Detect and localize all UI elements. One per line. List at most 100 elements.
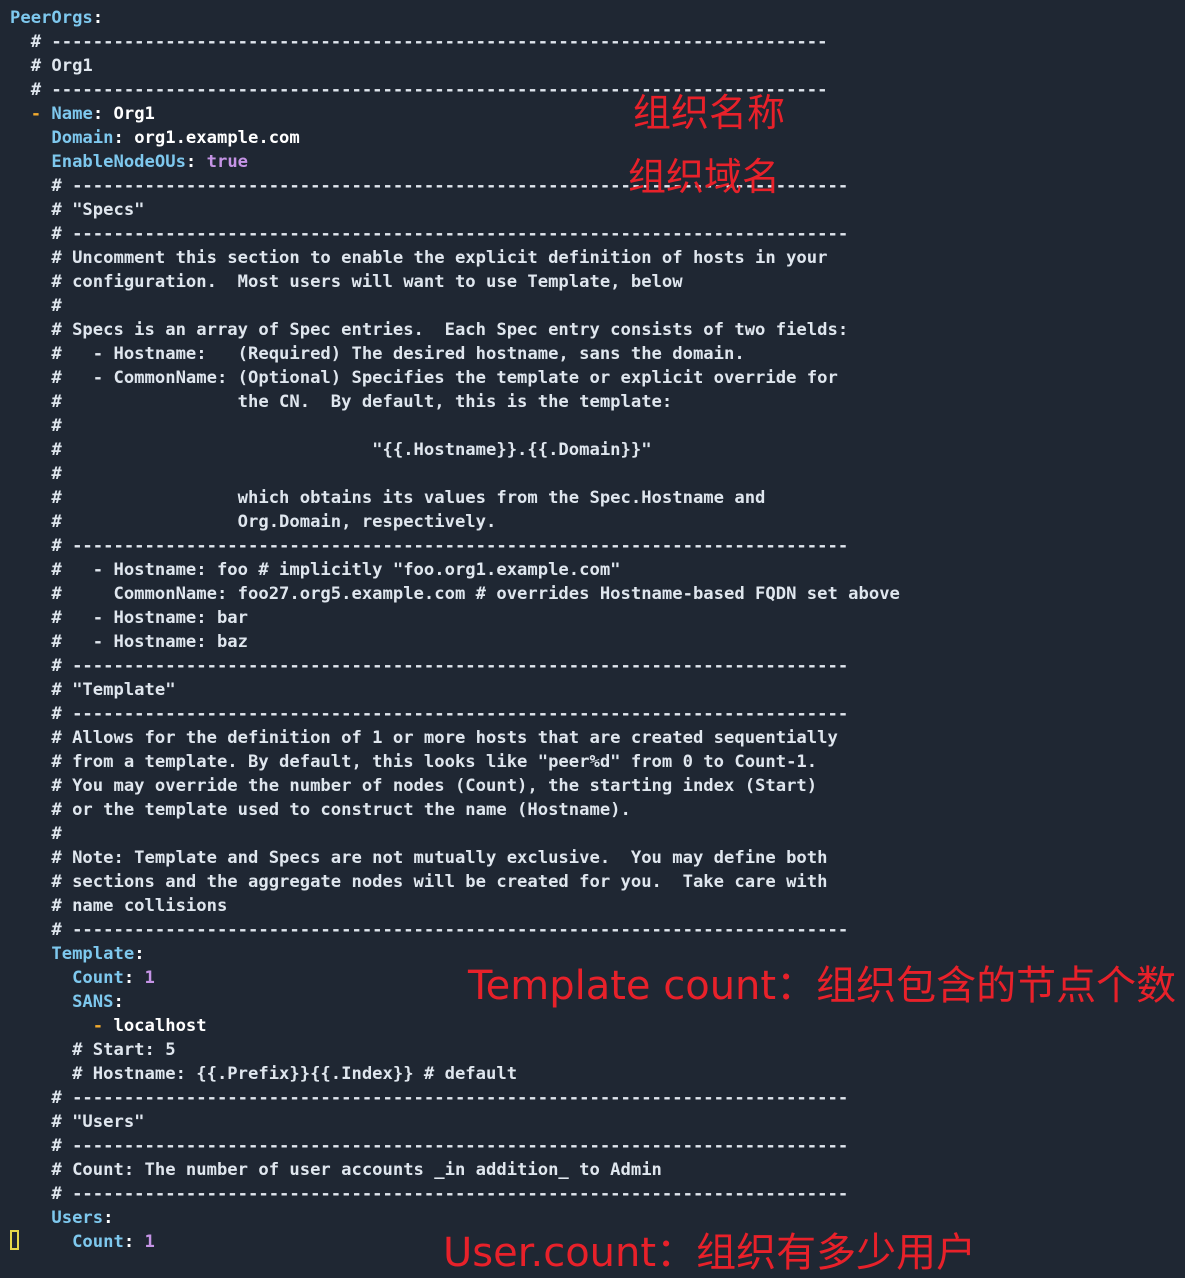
code-line: # "Users": [10, 1110, 145, 1134]
code-token-comment: # --------------------------------------…: [10, 224, 849, 244]
code-token-comment: # You may override the number of nodes (…: [10, 776, 818, 796]
code-line: # - Hostname: baz: [10, 630, 248, 654]
code-token-comment: # --------------------------------------…: [10, 704, 849, 724]
code-token-key: Domain: [10, 128, 114, 148]
code-token-comment: # sections and the aggregate nodes will …: [10, 872, 828, 892]
code-token-value: org1.example.com: [134, 128, 300, 148]
code-token-comment: #: [10, 416, 62, 436]
code-token-key: PeerOrgs: [10, 8, 93, 28]
code-token-comment: # or the template used to construct the …: [10, 800, 631, 820]
code-line: # "Specs": [10, 198, 145, 222]
code-line: # "{{.Hostname}}.{{.Domain}}": [10, 438, 652, 462]
code-token-comment: # which obtains its values from the Spec…: [10, 488, 766, 508]
code-token-comment: # "{{.Hostname}}.{{.Domain}}": [10, 440, 652, 460]
annotation-template-count: Template count：组织包含的节点个数: [468, 963, 1177, 1009]
code-token-comment: #: [10, 824, 62, 844]
code-line: # Specs is an array of Spec entries. Eac…: [10, 318, 848, 342]
code-token-comment: # - CommonName: (Optional) Specifies the…: [10, 368, 838, 388]
code-line: Count: 1: [10, 1230, 155, 1254]
code-token-comment: # Note: Template and Specs are not mutua…: [10, 848, 828, 868]
code-token-comment: # "Template": [10, 680, 176, 700]
code-token-comment: # CommonName: foo27.org5.example.com # o…: [10, 584, 900, 604]
code-token-key: Count: [10, 1232, 124, 1252]
annotation-org-name: 组织名称: [633, 91, 786, 135]
code-token-comment: # Count: The number of user accounts _in…: [10, 1160, 662, 1180]
code-token-dash: -: [10, 104, 52, 124]
code-token-comment: # "Specs": [10, 200, 145, 220]
code-line: # --------------------------------------…: [10, 534, 848, 558]
code-line: # Org.Domain, respectively.: [10, 510, 496, 534]
code-token-comment: # "Users": [10, 1112, 145, 1132]
code-line: EnableNodeOUs: true: [10, 150, 248, 174]
code-line: # - Hostname: foo # implicitly "foo.org1…: [10, 558, 620, 582]
code-line: # - CommonName: (Optional) Specifies the…: [10, 366, 838, 390]
code-token-comment: # - Hostname: (Required) The desired hos…: [10, 344, 745, 364]
cursor-marker: [10, 1230, 19, 1250]
code-line: # - Hostname: (Required) The desired hos…: [10, 342, 745, 366]
annotation-user-count: User.count：组织有多少用户: [443, 1230, 977, 1276]
code-token-comment: # --------------------------------------…: [10, 920, 849, 940]
code-line: # CommonName: foo27.org5.example.com # o…: [10, 582, 900, 606]
code-token-key: Template: [10, 944, 135, 964]
code-token-key: Name: [51, 104, 93, 124]
code-token-value: localhost: [113, 1016, 207, 1036]
code-line: Users:: [10, 1206, 114, 1230]
code-token-comment: # Uncomment this section to enable the e…: [10, 248, 828, 268]
code-token-comment: # the CN. By default, this is the templa…: [10, 392, 673, 412]
code-line: #: [10, 414, 62, 438]
code-line: # --------------------------------------…: [10, 918, 848, 942]
code-line: # --------------------------------------…: [10, 222, 848, 246]
code-token-comment: # Org1: [10, 56, 93, 76]
code-line: PeerOrgs:: [10, 6, 103, 30]
code-token-punct: :: [134, 944, 145, 964]
code-token-num: 1: [144, 1232, 155, 1252]
code-line: # sections and the aggregate nodes will …: [10, 870, 827, 894]
code-token-comment: # --------------------------------------…: [10, 1184, 849, 1204]
code-line: #: [10, 294, 61, 318]
code-line: # Uncomment this section to enable the e…: [10, 246, 827, 270]
code-line: # You may override the number of nodes (…: [10, 774, 817, 798]
code-token-key: SANS: [10, 992, 114, 1012]
code-token-punct: :: [123, 968, 145, 988]
code-token-comment: #: [10, 464, 62, 484]
code-token-comment: # --------------------------------------…: [10, 1088, 849, 1108]
code-token-key: Users: [10, 1208, 104, 1228]
code-token-comment: # --------------------------------------…: [10, 32, 828, 52]
code-token-bool: true: [206, 152, 249, 172]
code-line: # --------------------------------------…: [10, 1086, 848, 1110]
code-line: SANS:: [10, 990, 124, 1014]
code-token-comment: # Allows for the definition of 1 or more…: [10, 728, 838, 748]
code-token-key: Count: [10, 968, 124, 988]
code-token-num: 1: [144, 968, 155, 988]
code-token-punct: :: [92, 104, 114, 124]
code-line: # --------------------------------------…: [10, 1134, 848, 1158]
code-line: # --------------------------------------…: [10, 1182, 848, 1206]
code-line: # which obtains its values from the Spec…: [10, 486, 765, 510]
code-token-punct: :: [185, 152, 207, 172]
code-line: # from a template. By default, this look…: [10, 750, 817, 774]
code-token-punct: :: [113, 128, 135, 148]
code-token-comment: # --------------------------------------…: [10, 656, 849, 676]
code-line: Count: 1: [10, 966, 155, 990]
code-line: # the CN. By default, this is the templa…: [10, 390, 672, 414]
code-line: # or the template used to construct the …: [10, 798, 631, 822]
code-token-comment: # --------------------------------------…: [10, 1136, 849, 1156]
code-line: - localhost: [10, 1014, 207, 1038]
code-line: Template:: [10, 942, 145, 966]
code-line: # --------------------------------------…: [10, 702, 848, 726]
code-line: # - Hostname: bar: [10, 606, 248, 630]
code-line: # configuration. Most users will want to…: [10, 270, 682, 294]
code-line: Domain: org1.example.com: [10, 126, 300, 150]
code-token-comment: # --------------------------------------…: [10, 536, 849, 556]
code-token-punct: :: [123, 1232, 145, 1252]
code-line: #: [10, 462, 62, 486]
code-line: # name collisions: [10, 894, 227, 918]
code-line: # --------------------------------------…: [10, 30, 828, 54]
code-token-comment: # Specs is an array of Spec entries. Eac…: [10, 320, 849, 340]
code-line: # Org1: [10, 54, 93, 78]
code-token-punct: :: [103, 1208, 114, 1228]
code-token-punct: :: [92, 8, 104, 28]
code-token-comment: # from a template. By default, this look…: [10, 752, 818, 772]
yaml-editor[interactable]: PeerOrgs: # ----------------------------…: [0, 0, 1185, 1271]
code-line: # --------------------------------------…: [10, 654, 848, 678]
